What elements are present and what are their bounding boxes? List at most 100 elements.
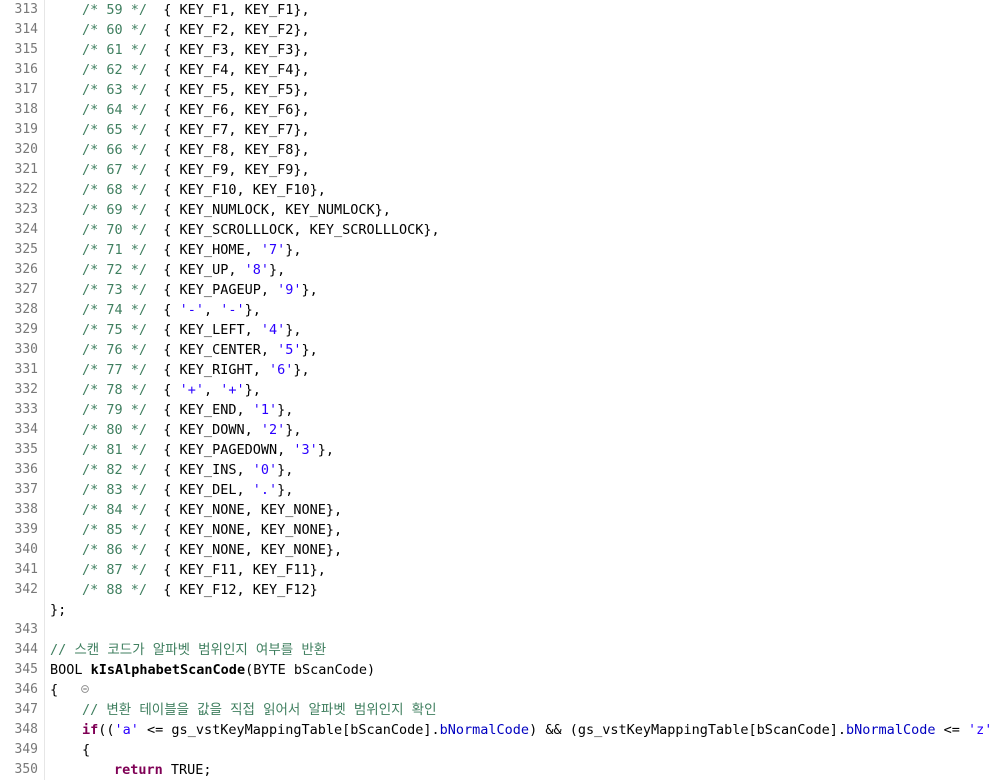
char-literal: '4' (260, 322, 286, 338)
spacing (147, 302, 163, 318)
line-number: 337 (14, 482, 38, 497)
table-entry: /* 61 */ { KEY_F3, KEY_F3}, (82, 40, 310, 60)
table-entry: /* 82 */ { KEY_INS, '0'}, (82, 460, 293, 480)
code-line: 326 /* 72 */ { KEY_UP, '8'}, (0, 260, 994, 280)
spacing (147, 222, 163, 238)
code-line: 347 { (0, 680, 994, 717)
entry-values: { KEY_F1, KEY_F1}, (163, 2, 310, 18)
entry-index-comment: /* 75 */ (82, 322, 148, 338)
entry-index-comment: /* 60 */ (82, 22, 148, 38)
table-entry: /* 66 */ { KEY_F8, KEY_F8}, (82, 140, 310, 160)
code-line: 338 /* 84 */ { KEY_NONE, KEY_NONE}, (0, 500, 994, 520)
entry-values: { KEY_CENTER, (163, 342, 278, 358)
line-number: 335 (14, 442, 38, 457)
key-mapping-table-rows: 313 /* 59 */ { KEY_F1, KEY_F1}, 314 /* 60 *… (0, 0, 994, 600)
spacing (147, 522, 163, 538)
code-text: { (50, 682, 59, 698)
line-number: 332 (14, 382, 38, 397)
keyword: return (114, 762, 163, 778)
line-number: 316 (14, 62, 38, 77)
entry-values: , (203, 302, 221, 318)
function-signature: BOOL kIsAlphabetScanCode(BYTE bScanCode) (50, 660, 375, 680)
table-entry: /* 77 */ { KEY_RIGHT, '6'}, (82, 360, 310, 380)
code-line: 350 { (0, 740, 994, 777)
return-type: BOOL (50, 662, 91, 678)
char-literal: '.' (252, 482, 278, 498)
char-literal: 'z' (967, 722, 993, 738)
code-line: 322 /* 68 */ { KEY_F10, KEY_F10}, (0, 180, 994, 200)
entry-values: { KEY_UP, (163, 262, 245, 278)
entry-values: { KEY_NUMLOCK, KEY_NUMLOCK}, (163, 202, 391, 218)
entry-index-comment: /* 68 */ (82, 182, 148, 198)
code-line: 314 /* 60 */ { KEY_F2, KEY_F2}, (0, 20, 994, 40)
char-literal: '8' (244, 262, 269, 278)
code-line: 317 /* 63 */ { KEY_F5, KEY_F5}, (0, 80, 994, 100)
entry-index-comment: /* 76 */ (82, 342, 148, 358)
spacing (147, 342, 163, 358)
code-line: 328 /* 74 */ { '-', '-'}, (0, 300, 994, 320)
code-line: 342 /* 88 */ { KEY_F12, KEY_F12} (0, 580, 994, 600)
line-number: 314 (14, 22, 38, 37)
code-line: 320 /* 66 */ { KEY_F8, KEY_F8}, (0, 140, 994, 160)
table-entry: /* 72 */ { KEY_UP, '8'}, (82, 260, 285, 280)
table-entry: /* 68 */ { KEY_F10, KEY_F10}, (82, 180, 326, 200)
table-entry: /* 67 */ { KEY_F9, KEY_F9}, (82, 160, 310, 180)
entry-values: }, (317, 442, 334, 458)
entry-values: { KEY_NONE, KEY_NONE}, (163, 522, 343, 538)
entry-values: }, (268, 262, 286, 278)
table-entry: /* 60 */ { KEY_F2, KEY_F2}, (82, 20, 310, 40)
entry-values: { KEY_F7, KEY_F7}, (163, 122, 310, 138)
line-number: 331 (14, 362, 38, 377)
spacing (147, 562, 163, 578)
spacing (147, 402, 163, 418)
entry-values: { KEY_F11, KEY_F11}, (163, 562, 326, 578)
entry-values: { KEY_F12, KEY_F12} (163, 582, 318, 598)
char-literal: '2' (260, 422, 286, 438)
line-number: 340 (14, 542, 38, 557)
table-entry: /* 63 */ { KEY_F5, KEY_F5}, (82, 80, 310, 100)
table-entry: /* 59 */ { KEY_F1, KEY_F1}, (82, 0, 310, 20)
field-name: bNormalCode (846, 722, 936, 738)
code-line: 344 (0, 620, 994, 657)
spacing (147, 202, 163, 218)
code-text: }; (50, 602, 67, 618)
code-line: 346 BOOL kIsAlphabetScanCode(BYTE bScanC… (0, 660, 994, 697)
entry-index-comment: /* 70 */ (82, 222, 148, 238)
code-text: TRUE; (162, 762, 212, 778)
code-editor[interactable]: 313 /* 59 */ { KEY_F1, KEY_F1}, 314 /* 60 *… (0, 0, 994, 780)
entry-index-comment: /* 79 */ (82, 402, 148, 418)
entry-index-comment: /* 66 */ (82, 142, 148, 158)
code-line: 318 /* 64 */ { KEY_F6, KEY_F6}, (0, 100, 994, 120)
char-literal: '7' (260, 242, 286, 258)
spacing (147, 442, 163, 458)
spacing (147, 102, 163, 118)
code-line: 323 /* 69 */ { KEY_NUMLOCK, KEY_NUMLOCK}, (0, 200, 994, 220)
entry-values: }, (277, 482, 294, 498)
code-line: 349 if(('a' <= gs_vstKeyMappingTable[bSc… (0, 720, 994, 757)
code-lines: 313 /* 59 */ { KEY_F1, KEY_F1}, 314 /* 60 *… (0, 0, 994, 780)
entry-values: { KEY_F5, KEY_F5}, (163, 82, 310, 98)
char-literal: '3' (293, 442, 318, 458)
entry-values: { KEY_INS, (163, 462, 253, 478)
spacing (147, 42, 163, 58)
spacing (147, 62, 163, 78)
code-comment: // 스캔 코드가 알파벳 범위인지 여부를 반환 (50, 642, 327, 658)
code-line: 327 /* 73 */ { KEY_PAGEUP, '9'}, (0, 280, 994, 300)
entry-index-comment: /* 85 */ (82, 522, 148, 538)
code-line: 315 /* 61 */ { KEY_F3, KEY_F3}, (0, 40, 994, 60)
entry-values: { (163, 302, 180, 318)
entry-index-comment: /* 88 */ (82, 582, 148, 598)
entry-values: { KEY_F3, KEY_F3}, (163, 42, 310, 58)
line-number: 319 (14, 122, 38, 137)
keyword: if (82, 722, 99, 738)
spacing (147, 182, 163, 198)
entry-index-comment: /* 77 */ (82, 362, 148, 378)
entry-index-comment: /* 83 */ (82, 482, 148, 498)
entry-index-comment: /* 64 */ (82, 102, 148, 118)
line-number: 339 (14, 522, 38, 537)
spacing (147, 22, 163, 38)
spacing (147, 362, 163, 378)
entry-index-comment: /* 61 */ (82, 42, 148, 58)
entry-index-comment: /* 63 */ (82, 82, 148, 98)
table-entry: /* 87 */ { KEY_F11, KEY_F11}, (82, 560, 326, 580)
